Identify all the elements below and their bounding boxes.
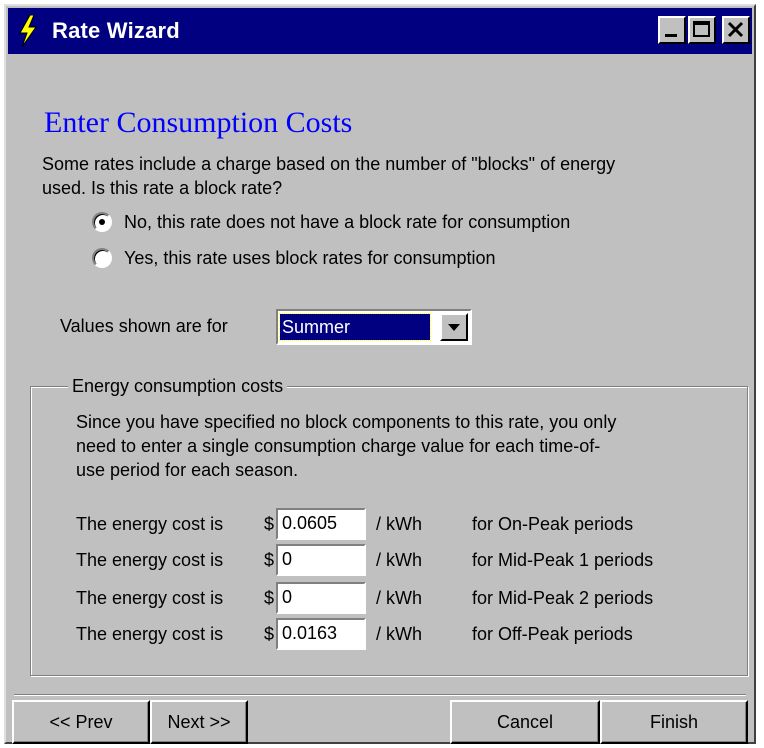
minimize-icon bbox=[665, 34, 677, 37]
finish-button[interactable]: Finish bbox=[600, 700, 748, 744]
group-desc-line-1: Since you have specified no block compon… bbox=[76, 412, 617, 432]
cost-row-prefix: The energy cost is bbox=[76, 550, 224, 570]
unit-label: / kWh bbox=[376, 514, 423, 534]
energy-costs-group-title: Energy consumption costs bbox=[68, 374, 288, 398]
group-desc-line-3: use period for each season. bbox=[76, 460, 299, 480]
season-dropdown-button[interactable] bbox=[440, 313, 468, 341]
maximize-button[interactable] bbox=[688, 16, 716, 44]
cost-row-prefix: The energy cost is bbox=[76, 588, 224, 608]
title-bar[interactable]: Rate Wizard bbox=[8, 8, 752, 54]
cost-row-prefix: The energy cost is bbox=[76, 624, 224, 644]
off-peak-cost-input[interactable]: 0.0163 bbox=[276, 618, 366, 650]
maximize-icon bbox=[693, 21, 710, 37]
currency-symbol: $ bbox=[264, 514, 275, 534]
close-button[interactable] bbox=[722, 16, 750, 44]
cancel-button[interactable]: Cancel bbox=[450, 700, 600, 744]
radio-no-block-rate-label[interactable]: No, this rate does not have a block rate… bbox=[124, 210, 570, 234]
prev-button[interactable]: << Prev bbox=[12, 700, 150, 744]
intro-line-1: Some rates include a charge based on the… bbox=[42, 154, 616, 174]
rate-wizard-window: Rate Wizard Enter Consumption Costs Some… bbox=[4, 4, 756, 744]
close-icon bbox=[727, 21, 744, 38]
currency-symbol: $ bbox=[264, 624, 275, 644]
lightning-bolt-icon bbox=[19, 15, 37, 47]
period-label-off-peak: for Off-Peak periods bbox=[472, 624, 633, 644]
group-desc-line-2: need to enter a single consumption charg… bbox=[76, 436, 601, 456]
unit-label: / kWh bbox=[376, 624, 423, 644]
period-label-mid-peak-2: for Mid-Peak 2 periods bbox=[472, 588, 654, 608]
radio-yes-block-rate[interactable] bbox=[92, 248, 112, 268]
window-title: Rate Wizard bbox=[52, 18, 180, 43]
page-heading: Enter Consumption Costs bbox=[44, 106, 353, 139]
radio-yes-block-rate-label[interactable]: Yes, this rate uses block rates for cons… bbox=[124, 246, 496, 270]
season-selected-value[interactable]: Summer bbox=[279, 313, 431, 341]
radio-selected-dot bbox=[99, 219, 105, 225]
chevron-down-icon bbox=[448, 324, 460, 331]
footer-separator bbox=[14, 694, 746, 696]
mid-peak-1-cost-input[interactable]: 0 bbox=[276, 544, 366, 576]
mid-peak-2-cost-input[interactable]: 0 bbox=[276, 582, 366, 614]
intro-line-2: used. Is this rate a block rate? bbox=[42, 178, 283, 198]
group-description: Since you have specified no block compon… bbox=[76, 410, 736, 482]
currency-symbol: $ bbox=[264, 550, 275, 570]
unit-label: / kWh bbox=[376, 588, 423, 608]
next-button[interactable]: Next >> bbox=[150, 700, 248, 744]
period-label-on-peak: for On-Peak periods bbox=[472, 514, 634, 534]
currency-symbol: $ bbox=[264, 588, 275, 608]
season-label: Values shown are for bbox=[60, 316, 228, 336]
on-peak-cost-input[interactable]: 0.0605 bbox=[276, 508, 366, 540]
intro-text: Some rates include a charge based on the… bbox=[42, 152, 742, 200]
radio-no-block-rate[interactable] bbox=[92, 212, 112, 232]
season-select[interactable]: Summer bbox=[276, 309, 472, 345]
cost-row-prefix: The energy cost is bbox=[76, 514, 224, 534]
period-label-mid-peak-1: for Mid-Peak 1 periods bbox=[472, 550, 654, 570]
minimize-button[interactable] bbox=[658, 16, 686, 44]
unit-label: / kWh bbox=[376, 550, 423, 570]
